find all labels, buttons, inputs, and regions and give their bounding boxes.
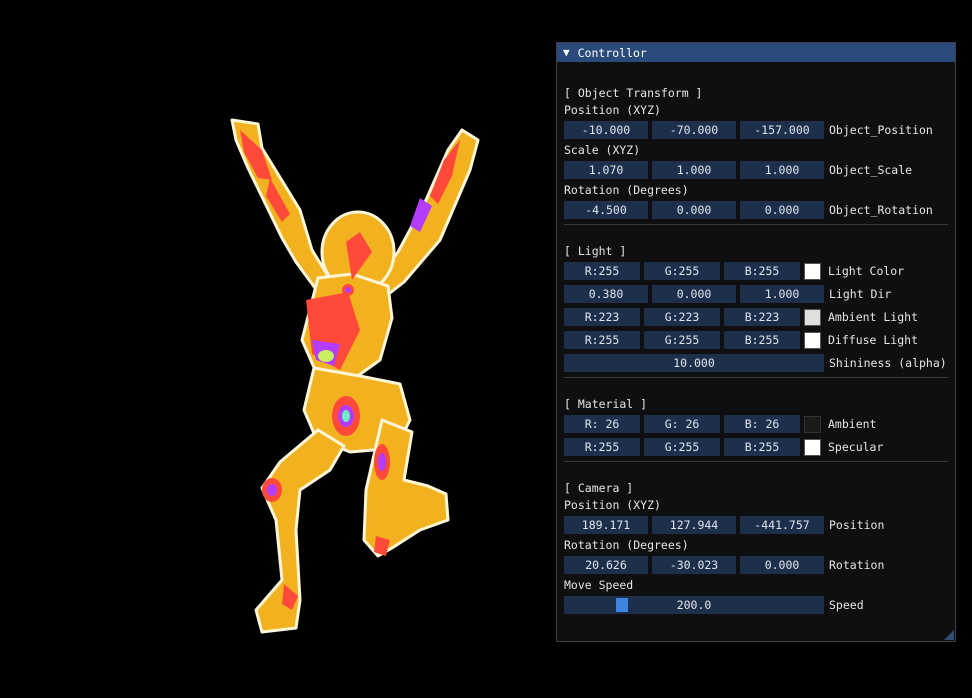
- material-ambient-label: Ambient: [828, 417, 877, 431]
- object-rotation-row: -4.500 0.000 0.000 Object_Rotation: [564, 201, 933, 219]
- light-dir-label: Light Dir: [829, 287, 892, 301]
- material-ambient-b[interactable]: B: 26: [724, 415, 800, 433]
- window-title: Controllor: [577, 45, 647, 60]
- slider-grab-handle[interactable]: [616, 598, 628, 612]
- separator: [564, 377, 948, 378]
- move-speed-row: 200.0 Speed: [564, 596, 864, 614]
- light-color-swatch[interactable]: [804, 262, 821, 280]
- camera-rotation-row: 20.626 -30.023 0.000 Rotation: [564, 556, 884, 574]
- object-scale-x[interactable]: 1.070: [564, 161, 648, 179]
- material-specular-row: R:255 G:255 B:255 Specular: [564, 438, 883, 456]
- move-speed-name: Speed: [829, 598, 864, 612]
- object-scale-z[interactable]: 1.000: [740, 161, 824, 179]
- material-ambient-r[interactable]: R: 26: [564, 415, 640, 433]
- diffuse-light-label: Diffuse Light: [828, 333, 919, 347]
- light-color-b[interactable]: B:255: [724, 262, 800, 280]
- material-header: [ Material ]: [564, 397, 648, 411]
- light-dir-row: 0.380 0.000 1.000 Light Dir: [564, 285, 891, 303]
- material-ambient-swatch[interactable]: [804, 415, 821, 433]
- object-scale-y[interactable]: 1.000: [652, 161, 736, 179]
- object-rotation-label: Rotation (Degrees): [564, 183, 689, 197]
- object-transform-header: [ Object Transform ]: [564, 86, 703, 100]
- material-ambient-g[interactable]: G: 26: [644, 415, 720, 433]
- light-color-r[interactable]: R:255: [564, 262, 640, 280]
- light-color-row: R:255 G:255 B:255 Light Color: [564, 262, 904, 280]
- ambient-light-g[interactable]: G:223: [644, 308, 720, 326]
- object-position-label: Position (XYZ): [564, 103, 661, 117]
- move-speed-label: Move Speed: [564, 578, 634, 592]
- camera-rotation-y[interactable]: -30.023: [652, 556, 736, 574]
- window-titlebar[interactable]: ▼ Controllor: [557, 43, 955, 62]
- camera-position-label: Position (XYZ): [564, 498, 661, 512]
- camera-rotation-name: Rotation: [829, 558, 885, 572]
- ambient-light-label: Ambient Light: [828, 310, 919, 324]
- render-viewport[interactable]: [0, 0, 550, 695]
- diffuse-light-row: R:255 G:255 B:255 Diffuse Light: [564, 331, 918, 349]
- object-rotation-z[interactable]: 0.000: [740, 201, 824, 219]
- light-dir-x[interactable]: 0.380: [564, 285, 648, 303]
- object-position-row: -10.000 -70.000 -157.000 Object_Position: [564, 121, 933, 139]
- triangle-down-icon[interactable]: ▼: [563, 46, 570, 59]
- material-specular-g[interactable]: G:255: [644, 438, 720, 456]
- mannequin-figure: [230, 118, 480, 634]
- object-rotation-name: Object_Rotation: [829, 203, 933, 217]
- resize-grip-icon[interactable]: [944, 630, 954, 640]
- object-position-x[interactable]: -10.000: [564, 121, 648, 139]
- diffuse-light-swatch[interactable]: [804, 331, 821, 349]
- separator: [564, 461, 948, 462]
- material-specular-b[interactable]: B:255: [724, 438, 800, 456]
- object-scale-name: Object_Scale: [829, 163, 913, 177]
- ambient-light-b[interactable]: B:223: [724, 308, 800, 326]
- separator: [564, 224, 948, 225]
- light-color-g[interactable]: G:255: [644, 262, 720, 280]
- shininess-row: 10.000 Shininess (alpha): [564, 354, 947, 372]
- move-speed-value: 200.0: [676, 598, 712, 612]
- object-rotation-x[interactable]: -4.500: [564, 201, 648, 219]
- camera-position-name: Position: [829, 518, 885, 532]
- object-scale-label: Scale (XYZ): [564, 143, 641, 157]
- camera-position-y[interactable]: 127.944: [652, 516, 736, 534]
- shininess-label: Shininess (alpha): [829, 356, 947, 370]
- camera-position-row: 189.171 127.944 -441.757 Position: [564, 516, 884, 534]
- material-specular-swatch[interactable]: [804, 438, 821, 456]
- move-speed-slider[interactable]: 200.0: [564, 596, 824, 614]
- object-rotation-y[interactable]: 0.000: [652, 201, 736, 219]
- object-position-name: Object_Position: [829, 123, 933, 137]
- camera-rotation-z[interactable]: 0.000: [740, 556, 824, 574]
- camera-rotation-label: Rotation (Degrees): [564, 538, 689, 552]
- object-position-y[interactable]: -70.000: [652, 121, 736, 139]
- camera-position-x[interactable]: 189.171: [564, 516, 648, 534]
- ambient-light-r[interactable]: R:223: [564, 308, 640, 326]
- camera-rotation-x[interactable]: 20.626: [564, 556, 648, 574]
- camera-header: [ Camera ]: [564, 481, 634, 495]
- controller-window[interactable]: ▼ Controllor [ Object Transform ] Positi…: [556, 42, 956, 642]
- diffuse-light-g[interactable]: G:255: [644, 331, 720, 349]
- light-dir-y[interactable]: 0.000: [652, 285, 736, 303]
- diffuse-light-r[interactable]: R:255: [564, 331, 640, 349]
- light-header: [ Light ]: [564, 244, 627, 258]
- diffuse-light-b[interactable]: B:255: [724, 331, 800, 349]
- material-specular-label: Specular: [828, 440, 884, 454]
- object-scale-row: 1.070 1.000 1.000 Object_Scale: [564, 161, 912, 179]
- material-specular-r[interactable]: R:255: [564, 438, 640, 456]
- ambient-light-row: R:223 G:223 B:223 Ambient Light: [564, 308, 918, 326]
- object-position-z[interactable]: -157.000: [740, 121, 824, 139]
- material-ambient-row: R: 26 G: 26 B: 26 Ambient: [564, 415, 876, 433]
- light-color-label: Light Color: [828, 264, 905, 278]
- light-dir-z[interactable]: 1.000: [740, 285, 824, 303]
- shininess-field[interactable]: 10.000: [564, 354, 824, 372]
- camera-position-z[interactable]: -441.757: [740, 516, 824, 534]
- ambient-light-swatch[interactable]: [804, 308, 821, 326]
